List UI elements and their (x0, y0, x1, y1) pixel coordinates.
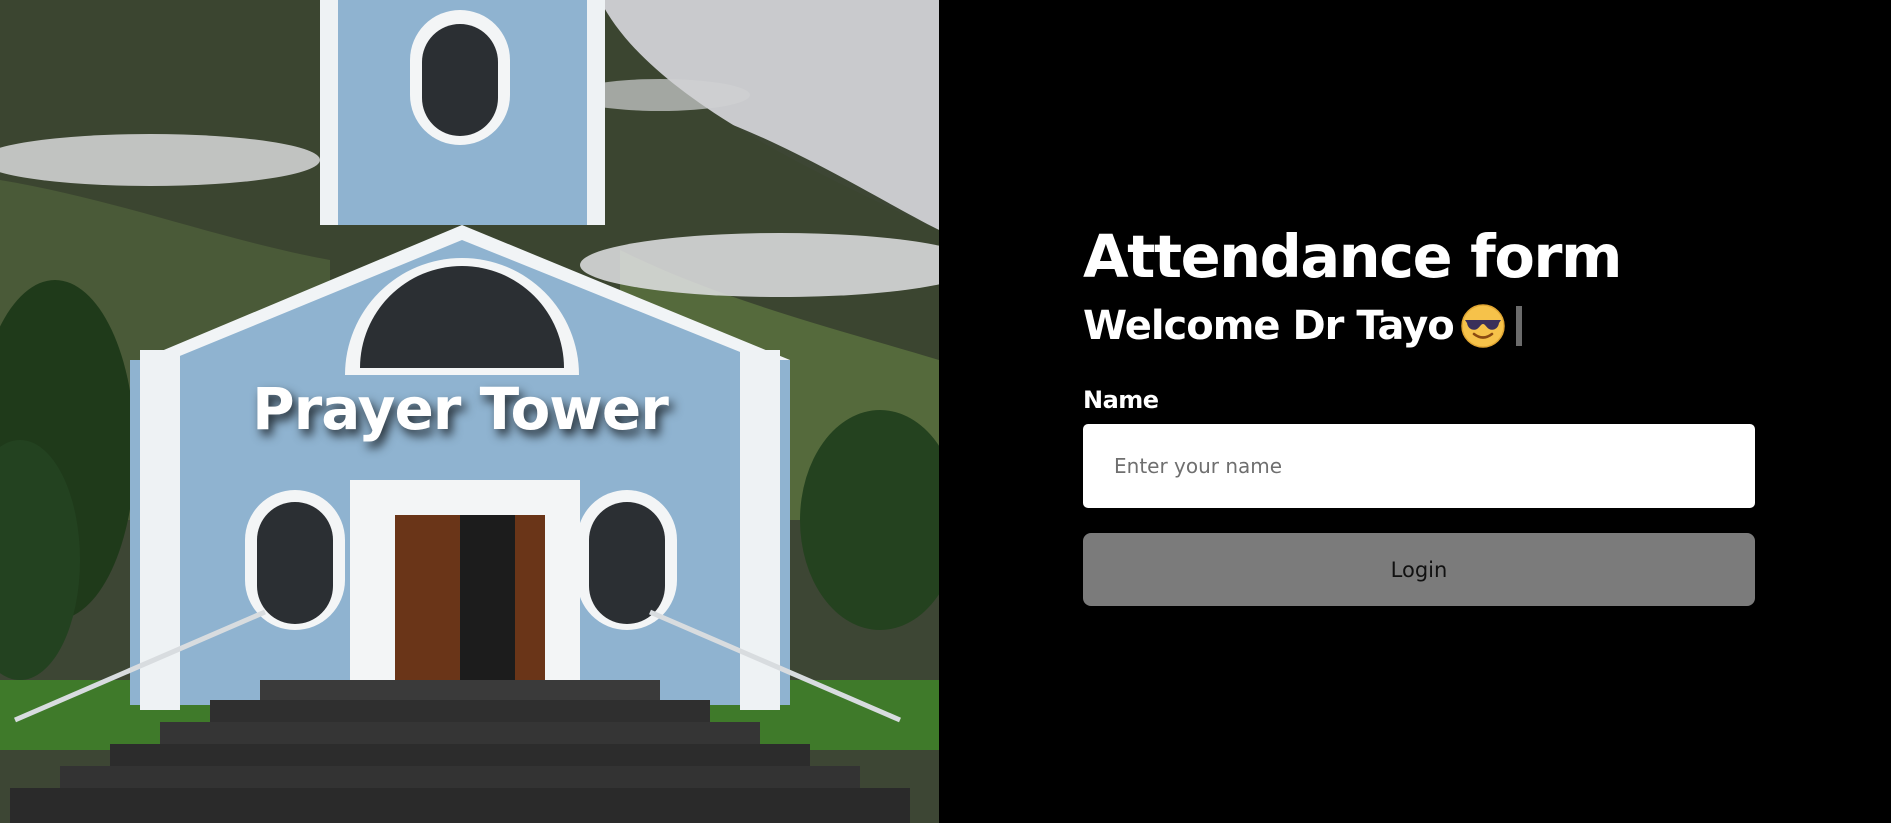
hero-title: Prayer Tower (252, 375, 669, 443)
form-title: Attendance form (1083, 222, 1622, 291)
welcome-text: Welcome Dr Tayo (1083, 303, 1455, 349)
attendance-form: Attendance form Welcome Dr Tayo Name Log… (1083, 218, 1755, 606)
welcome-row: Welcome Dr Tayo (1083, 296, 1755, 356)
name-label: Name (1083, 386, 1159, 414)
name-input[interactable] (1083, 424, 1755, 508)
login-page: Prayer Tower Attendance form Welcome Dr … (0, 0, 1891, 823)
login-button[interactable]: Login (1083, 533, 1755, 606)
typing-caret (1515, 306, 1522, 346)
smiling-face-with-sunglasses-icon (1461, 304, 1505, 348)
form-panel: Attendance form Welcome Dr Tayo Name Log… (939, 0, 1891, 823)
hero-image: Prayer Tower (0, 0, 939, 823)
